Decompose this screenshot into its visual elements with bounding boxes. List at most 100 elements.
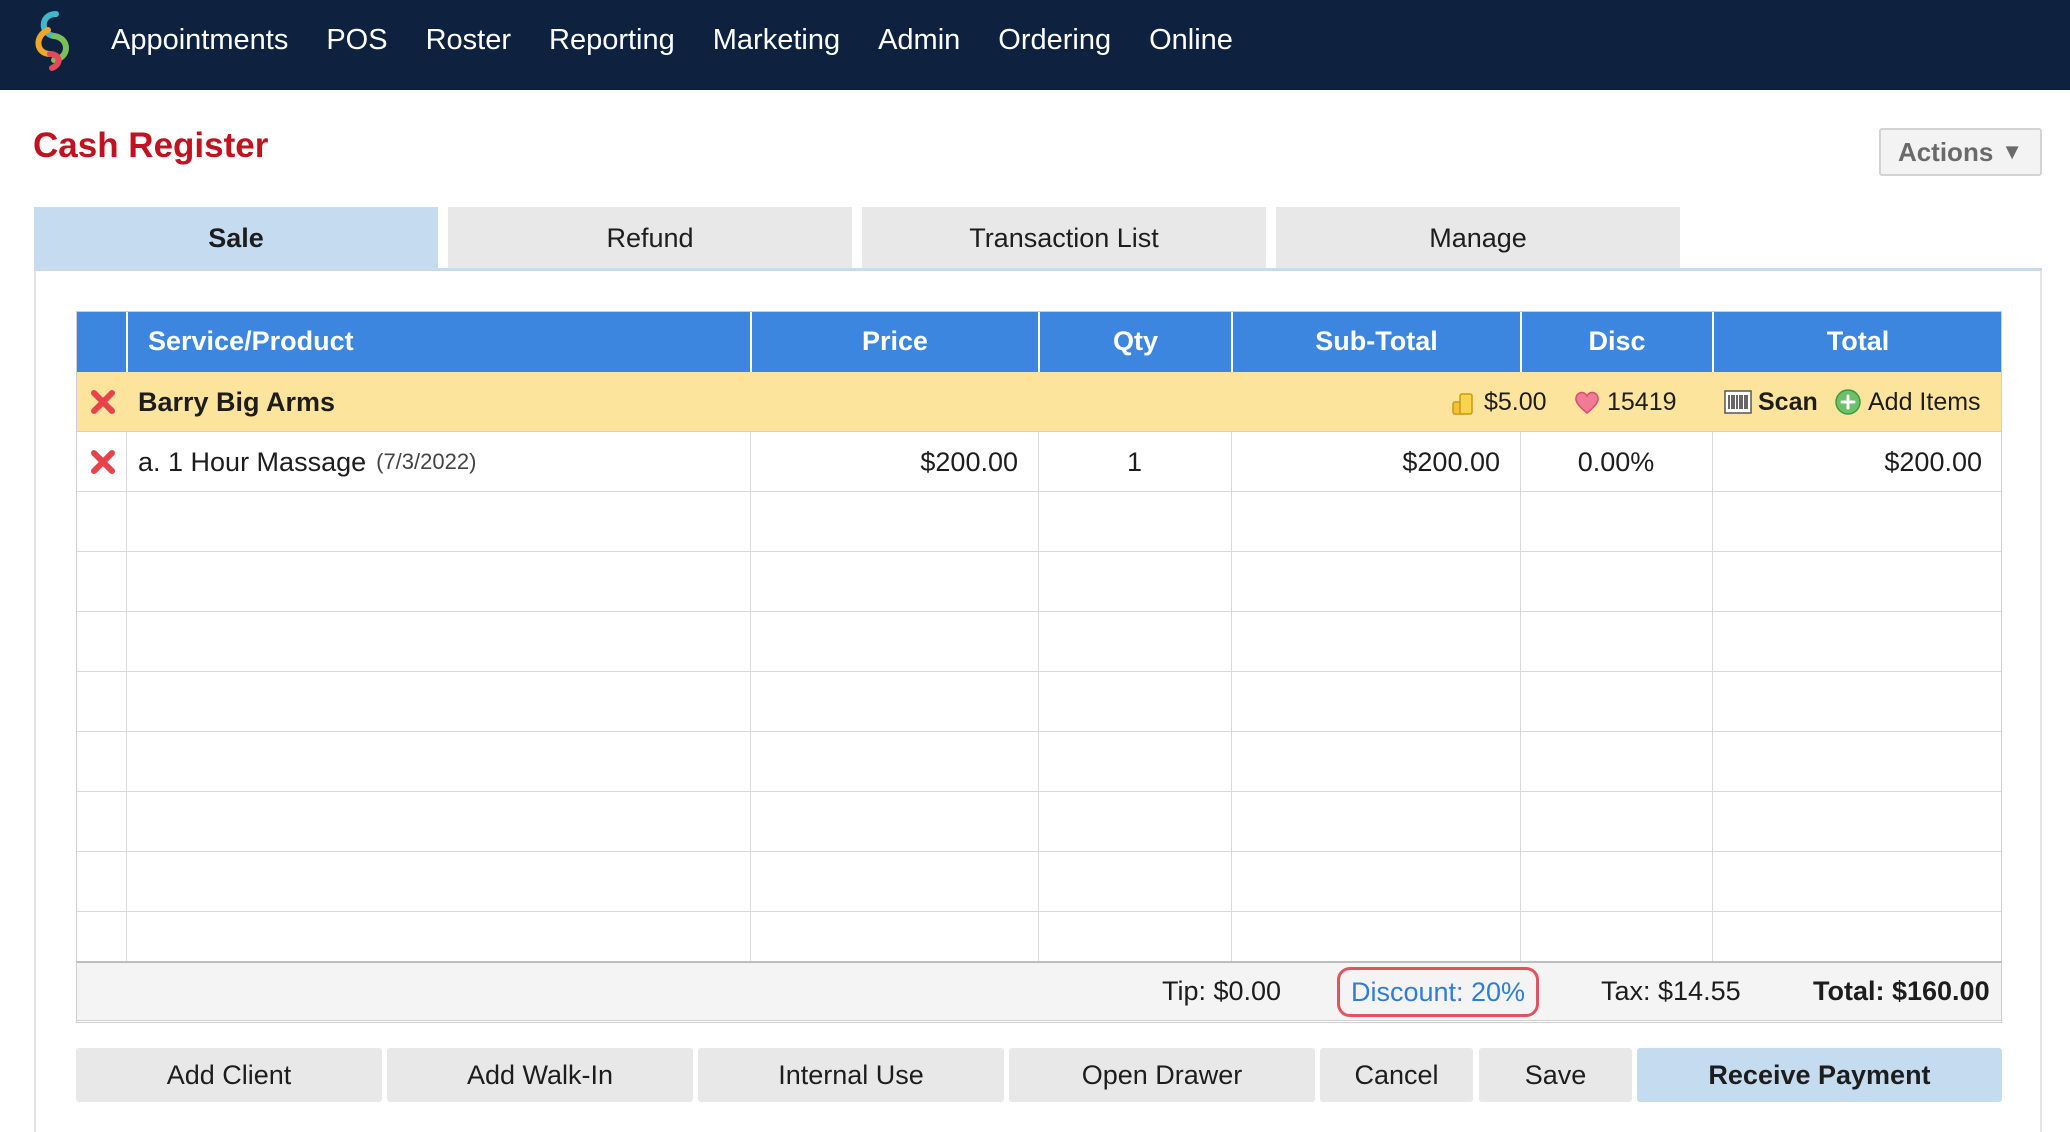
add-client-button[interactable]: Add Client	[76, 1048, 382, 1102]
grand-total: Total: $160.00	[1813, 976, 1990, 1006]
client-loyalty[interactable]: 15419	[1573, 372, 1677, 432]
row-divider	[1712, 912, 1713, 963]
nav-marketing[interactable]: Marketing	[713, 24, 840, 57]
cancel-button[interactable]: Cancel	[1320, 1048, 1473, 1102]
row-divider	[750, 552, 751, 612]
tab-manage[interactable]: Manage	[1276, 207, 1680, 269]
row-divider	[1520, 792, 1521, 852]
row-divider	[750, 852, 751, 912]
tab-sale[interactable]: Sale	[34, 207, 438, 269]
remove-item-x-icon[interactable]	[88, 447, 118, 477]
panel-border-right	[2040, 271, 2042, 1132]
row-divider	[1038, 732, 1039, 792]
row-divider	[750, 912, 751, 963]
client-loyalty-value: 15419	[1607, 387, 1677, 416]
nav-appointments[interactable]: Appointments	[111, 24, 288, 57]
client-balance[interactable]: $5.00	[1450, 372, 1547, 432]
remove-client-x-icon[interactable]	[88, 387, 118, 417]
nav-ordering[interactable]: Ordering	[998, 24, 1111, 57]
nav-admin[interactable]: Admin	[878, 24, 960, 57]
row-divider	[126, 552, 127, 612]
tab-refund[interactable]: Refund	[448, 207, 852, 269]
empty-table-row	[76, 612, 2002, 672]
discount-link[interactable]: Discount: 20%	[1337, 967, 1539, 1017]
empty-table-row	[76, 852, 2002, 912]
row-divider	[126, 792, 127, 852]
item-price[interactable]: $200.00	[750, 432, 1018, 492]
panel-border-left	[34, 271, 36, 1132]
row-divider	[1712, 732, 1713, 792]
add-items-label: Add Items	[1868, 387, 1981, 416]
header-sub-total: Sub-Total	[1231, 311, 1520, 372]
row-divider	[1231, 552, 1232, 612]
add-walk-in-button[interactable]: Add Walk-In	[387, 1048, 693, 1102]
scan-label: Scan	[1758, 387, 1818, 416]
row-divider	[1231, 852, 1232, 912]
totals-bar: Tip: $0.00 Discount: 20% Tax: $14.55 Tot…	[76, 961, 2002, 1021]
empty-table-row	[76, 912, 2002, 963]
row-divider	[1712, 552, 1713, 612]
row-divider	[1038, 852, 1039, 912]
main-nav: Appointments POS Roster Reporting Market…	[111, 0, 1271, 80]
row-divider	[1520, 492, 1521, 552]
row-divider	[126, 492, 127, 552]
row-divider	[1520, 612, 1521, 672]
row-divider	[1038, 492, 1039, 552]
item-disc[interactable]: 0.00%	[1520, 432, 1712, 492]
tip-total[interactable]: Tip: $0.00	[1162, 963, 1281, 1020]
row-divider	[1038, 672, 1039, 732]
row-divider	[750, 492, 751, 552]
row-divider	[1520, 852, 1521, 912]
page-title: Cash Register	[33, 126, 269, 165]
nav-roster[interactable]: Roster	[426, 24, 511, 57]
client-row: Barry Big Arms $5.00 15419 Scan Add Item…	[76, 372, 2002, 432]
header-blank	[76, 311, 126, 372]
empty-table-row	[76, 492, 2002, 552]
nav-pos[interactable]: POS	[326, 24, 387, 57]
top-nav-bar: Appointments POS Roster Reporting Market…	[0, 0, 2070, 90]
add-items-button[interactable]: Add Items	[1834, 372, 1981, 432]
row-divider	[1712, 672, 1713, 732]
row-divider	[750, 792, 751, 852]
row-divider	[1038, 552, 1039, 612]
tab-transaction-list[interactable]: Transaction List	[862, 207, 1266, 269]
row-divider	[1712, 792, 1713, 852]
save-button[interactable]: Save	[1479, 1048, 1632, 1102]
open-drawer-button[interactable]: Open Drawer	[1009, 1048, 1315, 1102]
header-price: Price	[750, 311, 1038, 372]
scan-button[interactable]: Scan	[1724, 372, 1818, 432]
item-qty[interactable]: 1	[1038, 432, 1231, 492]
nav-online[interactable]: Online	[1149, 24, 1233, 57]
row-divider	[1231, 492, 1232, 552]
row-divider	[1231, 912, 1232, 963]
logo-icon[interactable]	[26, 8, 82, 72]
row-divider	[126, 732, 127, 792]
register-tabs: Sale Refund Transaction List Manage	[34, 207, 1690, 269]
empty-table-row	[76, 732, 2002, 792]
actions-dropdown-button[interactable]: Actions ▼	[1879, 128, 2042, 176]
row-divider	[126, 672, 127, 732]
empty-table-row	[76, 672, 2002, 732]
caret-down-icon: ▼	[2001, 139, 2024, 164]
item-name: a. 1 Hour Massage	[138, 446, 367, 477]
row-divider	[126, 912, 127, 963]
row-divider	[126, 852, 127, 912]
row-divider	[1038, 792, 1039, 852]
row-divider	[750, 732, 751, 792]
client-name[interactable]: Barry Big Arms	[138, 372, 335, 432]
item-date: (7/3/2022)	[376, 449, 477, 474]
tab-underline	[34, 268, 2042, 271]
nav-reporting[interactable]: Reporting	[549, 24, 675, 57]
header-disc: Disc	[1520, 311, 1712, 372]
row-divider	[1520, 672, 1521, 732]
item-name-cell[interactable]: a. 1 Hour Massage (7/3/2022)	[138, 432, 476, 492]
tax-total: Tax: $14.55	[1601, 976, 1741, 1006]
row-divider	[126, 432, 127, 492]
table-row[interactable]: a. 1 Hour Massage (7/3/2022) $200.00 1 $…	[76, 432, 2002, 492]
row-divider	[1712, 852, 1713, 912]
receive-payment-button[interactable]: Receive Payment	[1637, 1048, 2002, 1102]
internal-use-button[interactable]: Internal Use	[698, 1048, 1004, 1102]
empty-table-row	[76, 552, 2002, 612]
row-divider	[1712, 492, 1713, 552]
row-divider	[750, 612, 751, 672]
